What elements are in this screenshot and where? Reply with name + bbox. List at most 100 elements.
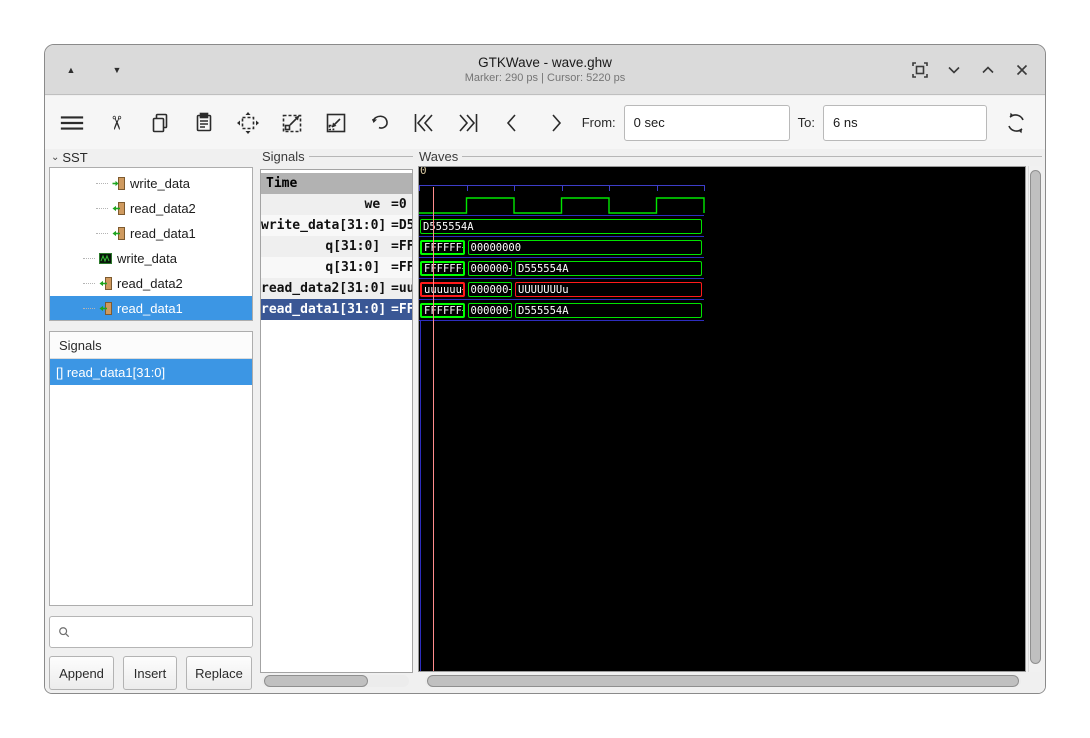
signal-name: q[31:0] xyxy=(325,239,388,254)
sst-item-label: write_data xyxy=(117,251,177,266)
signal-row-read_data1310[interactable]: read_data1[31:0] =FFFFFFFF xyxy=(261,299,412,320)
sst-item-label: write_data xyxy=(130,176,190,191)
signal-search[interactable] xyxy=(49,616,253,648)
wave-segment-q[interactable]: 000000+ xyxy=(467,261,512,276)
collapse-down-button[interactable]: ▼ xyxy=(105,58,129,82)
sst-item-label: read_data2 xyxy=(130,201,196,216)
tree-connector xyxy=(96,233,108,234)
signal-value: =FFFFFFFF xyxy=(391,239,412,254)
wave-segment-q[interactable]: 00000000 xyxy=(467,240,702,255)
signal-panel-frame-label: Signals xyxy=(262,149,413,164)
ram-icon xyxy=(98,251,113,266)
wave-segment-q[interactable]: D555554A xyxy=(515,261,702,276)
time-header[interactable]: Time xyxy=(261,173,412,194)
insert-button[interactable]: Insert xyxy=(123,656,177,690)
tree-connector xyxy=(83,283,95,284)
wave-segment-read_data2[interactable]: uuuuuu+ xyxy=(420,282,465,297)
tree-connector xyxy=(96,208,108,209)
content-area: ⌄ SST write_data read_data2 read_data1 writ… xyxy=(45,149,1045,693)
signals-listbox-item[interactable]: [] read_data1[31:0] xyxy=(50,359,252,385)
sst-item-write_data[interactable]: write_data xyxy=(50,246,252,271)
paste-icon[interactable] xyxy=(191,110,217,136)
wave-display[interactable]: 0 D555554A FFFFFF+ 00000000 FFFFFF+ 000000+ D… xyxy=(418,166,1026,672)
wave-hscrollbar[interactable] xyxy=(425,675,1021,687)
search-icon xyxy=(59,627,70,638)
sst-expander-icon[interactable]: ⌄ xyxy=(51,152,59,163)
sst-item-write_data[interactable]: write_data xyxy=(50,171,252,196)
replace-button[interactable]: Replace xyxy=(186,656,252,690)
marker-cursor-status: Marker: 290 ps | Cursor: 5220 ps xyxy=(464,72,626,84)
wave-vscrollbar[interactable] xyxy=(1028,166,1042,672)
signals-listbox: Signals [] read_data1[31:0] xyxy=(49,331,253,606)
signal-row-read_data2310[interactable]: read_data2[31:0] =uuuuuuuu xyxy=(261,278,412,299)
step-forward-icon[interactable] xyxy=(543,110,569,136)
append-button[interactable]: Append xyxy=(49,656,114,690)
sst-item-read_data1[interactable]: read_data1 xyxy=(50,221,252,246)
minimize-icon[interactable] xyxy=(943,59,965,81)
signal-row-write_data310[interactable]: write_data[31:0] =D555554A xyxy=(261,215,412,236)
sst-item-read_data2[interactable]: read_data2 xyxy=(50,196,252,221)
signal-value: =FFFFFFFF xyxy=(391,302,412,317)
wave-segment-read_data1[interactable]: FFFFFF+ xyxy=(420,303,465,318)
tree-connector xyxy=(96,183,108,184)
tree-connector xyxy=(83,258,95,259)
signal-name: read_data1[31:0] xyxy=(261,302,395,317)
search-input[interactable] xyxy=(76,617,252,647)
signal-value: =D555554A xyxy=(391,218,412,233)
signal-name: q[31:0] xyxy=(325,260,388,275)
collapse-up-button[interactable]: ▲ xyxy=(59,58,83,82)
write-port-icon xyxy=(111,176,126,191)
wave-segment-read_data2[interactable]: 000000+ xyxy=(467,282,512,297)
sst-item-label: read_data2 xyxy=(117,276,183,291)
from-input[interactable] xyxy=(623,104,790,141)
maximize-icon[interactable] xyxy=(977,59,999,81)
primary-marker-line[interactable] xyxy=(432,187,434,671)
ruler-origin-label: 0 xyxy=(420,166,427,177)
signal-row-q310[interactable]: q[31:0] =FFFFFFFF xyxy=(261,236,412,257)
signal-value: =uuuuuuuu xyxy=(391,281,412,296)
signal-row-q310[interactable]: q[31:0] =FFFFFFFF xyxy=(261,257,412,278)
waves-frame-label: Waves xyxy=(419,149,1042,164)
wave-segment-read_data1[interactable]: D555554A xyxy=(515,303,702,318)
sst-item-read_data1[interactable]: read_data1 xyxy=(50,296,252,320)
go-to-end-icon[interactable] xyxy=(455,110,481,136)
zoom-in-icon[interactable] xyxy=(279,110,305,136)
sst-item-label: read_data1 xyxy=(117,301,183,316)
zoom-out-icon[interactable] xyxy=(323,110,349,136)
read-port-icon xyxy=(98,276,113,291)
copy-icon[interactable] xyxy=(147,110,173,136)
menu-icon[interactable] xyxy=(59,110,85,136)
read-port-icon xyxy=(111,226,126,241)
read-port-icon xyxy=(98,301,113,316)
to-label: To: xyxy=(797,115,815,130)
signal-value: =FFFFFFFF xyxy=(391,260,412,275)
zoom-fit-icon[interactable] xyxy=(235,110,261,136)
signal-row-we[interactable]: we =0 xyxy=(261,194,412,215)
wave-segment-q[interactable]: FFFFFF+ xyxy=(420,261,465,276)
from-label: From: xyxy=(581,115,616,130)
signal-name: read_data2[31:0] xyxy=(261,281,395,296)
wave-segment-read_data2[interactable]: UUUUUUUu xyxy=(515,282,702,297)
signal-name-panel: Timewe =0write_data[31:0] =D555554Aq[31:… xyxy=(260,169,413,673)
titlebar[interactable]: ▲ ▼ GTKWave - wave.ghw Marker: 290 ps | … xyxy=(45,45,1045,95)
toolbar: ✂ From: 0 sec To: 6 ns xyxy=(45,96,1045,149)
step-back-icon[interactable] xyxy=(499,110,525,136)
to-input[interactable] xyxy=(823,104,987,141)
wave-segment-read_data1[interactable]: 000000+ xyxy=(467,303,512,318)
sst-tree: write_data read_data2 read_data1 write_data… xyxy=(49,167,253,321)
signal-name: we xyxy=(364,197,388,212)
wave-segment-write_data[interactable]: D555554A xyxy=(420,219,702,234)
cut-icon[interactable]: ✂ xyxy=(103,110,129,136)
wave-segment-q[interactable]: FFFFFF+ xyxy=(420,240,465,255)
fit-window-icon[interactable] xyxy=(909,59,931,81)
undo-icon[interactable] xyxy=(367,110,393,136)
signals-listbox-header: Signals xyxy=(50,332,252,359)
sst-item-read_data2[interactable]: read_data2 xyxy=(50,271,252,296)
window-title: GTKWave - wave.ghw xyxy=(478,55,612,70)
close-icon[interactable] xyxy=(1011,59,1033,81)
go-to-start-icon[interactable] xyxy=(411,110,437,136)
tree-connector xyxy=(83,308,95,309)
sst-header[interactable]: ⌄ SST xyxy=(51,150,88,165)
reload-icon[interactable] xyxy=(1003,110,1029,136)
signal-panel-hscrollbar[interactable] xyxy=(262,675,409,687)
